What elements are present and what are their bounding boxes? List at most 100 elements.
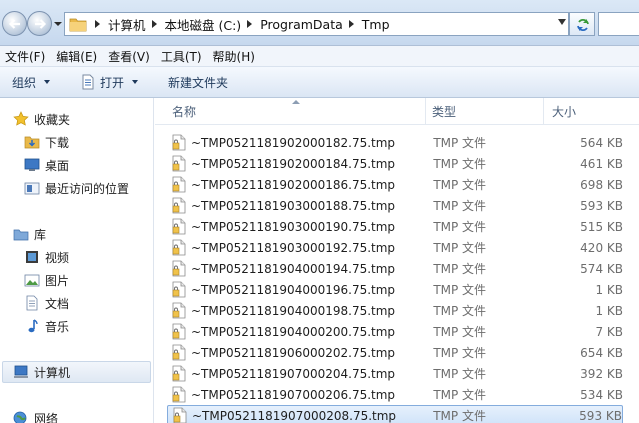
column-type-header[interactable]: 类型 [426,98,544,125]
new-folder-label: 新建文件夹 [168,75,229,90]
menu-file[interactable]: 文件(F) [0,48,51,65]
table-row[interactable]: ~TMP0521181904000198.75.tmp TMP 文件 1 KB [167,300,623,321]
desktop-icon [24,158,40,171]
nav-computer[interactable]: 计算机 [2,361,151,383]
refresh-icon [577,19,589,31]
tmp-file-icon [172,386,186,403]
menu-tools[interactable]: 工具(T) [156,48,208,65]
file-size: 1 KB [595,303,623,318]
table-row[interactable]: ~TMP0521181902000184.75.tmp TMP 文件 461 KB [167,153,623,174]
organize-button[interactable]: 组织 [0,67,62,97]
file-type: TMP 文件 [433,304,487,318]
tmp-file-icon [172,302,186,319]
file-name: ~TMP0521181907000206.75.tmp [191,387,396,402]
nav-recent-places[interactable]: 最近访问的位置 [24,177,174,199]
file-type: TMP 文件 [433,409,486,423]
table-row[interactable]: ~TMP0521181904000194.75.tmp TMP 文件 574 KB [167,258,623,279]
file-type: TMP 文件 [433,178,487,192]
computer-icon [14,365,28,378]
breadcrumb-separator-icon[interactable] [247,20,253,28]
file-name: ~TMP0521181907000204.75.tmp [191,366,396,381]
column-size-header[interactable]: 大小 [544,98,639,125]
search-input[interactable] [598,12,639,36]
tmp-file-icon [172,239,186,256]
nav-network[interactable]: 网络 [13,407,163,423]
nav-videos[interactable]: 视频 [24,246,174,268]
file-size: 564 KB [580,135,623,150]
nav-documents[interactable]: 文档 [24,292,174,314]
open-button[interactable]: 打开 [62,67,150,97]
star-icon [13,111,29,126]
file-name: ~TMP0521181906000202.75.tmp [191,345,396,360]
file-size: 593 KB [580,198,623,213]
video-icon [26,251,38,263]
breadcrumb-programdata[interactable]: ProgramData [260,17,343,32]
file-type: TMP 文件 [433,199,487,213]
breadcrumb-separator-icon[interactable] [151,20,157,28]
address-dropdown-icon[interactable] [558,19,566,25]
new-folder-button[interactable]: 新建文件夹 [150,67,240,97]
nav-desktop[interactable]: 桌面 [24,154,174,176]
breadcrumb-drive-c[interactable]: 本地磁盘 (C:) [165,15,242,34]
recent-pages-dropdown-icon[interactable] [53,20,63,28]
library-icon [13,229,29,241]
file-size: 392 KB [580,366,623,381]
breadcrumb-computer[interactable]: 计算机 [108,15,146,34]
table-row[interactable]: ~TMP0521181904000196.75.tmp TMP 文件 1 KB [167,279,623,300]
breadcrumb-tmp[interactable]: Tmp [362,17,390,32]
command-bar: 组织 打开 新建文件夹 [0,67,639,98]
menu-view[interactable]: 查看(V) [103,48,156,65]
tmp-file-icon [173,407,187,423]
tmp-file-icon [172,197,186,214]
file-name: ~TMP0521181903000190.75.tmp [191,219,396,234]
nav-pictures[interactable]: 图片 [24,269,174,291]
forward-button[interactable] [27,11,52,36]
table-row[interactable]: ~TMP0521181903000190.75.tmp TMP 文件 515 KB [167,216,623,237]
table-row[interactable]: ~TMP0521181907000206.75.tmp TMP 文件 534 KB [167,384,623,405]
nav-downloads[interactable]: 下载 [24,131,174,153]
table-row[interactable]: ~TMP0521181904000200.75.tmp TMP 文件 7 KB [167,321,623,342]
table-row[interactable]: ~TMP0521181903000188.75.tmp TMP 文件 593 KB [167,195,623,216]
file-size: 654 KB [580,345,623,360]
table-row[interactable]: ~TMP0521181907000204.75.tmp TMP 文件 392 KB [167,363,623,384]
breadcrumb-separator-icon[interactable] [95,20,100,28]
back-button[interactable] [2,11,27,36]
file-type: TMP 文件 [433,157,487,171]
menu-help[interactable]: 帮助(H) [208,48,261,65]
file-name: ~TMP0521181904000198.75.tmp [191,303,396,318]
file-size: 534 KB [580,387,623,402]
breadcrumb-separator-icon[interactable] [348,20,354,28]
file-size: 698 KB [580,177,623,192]
file-name: ~TMP0521181904000194.75.tmp [191,261,396,276]
network-globe-icon [13,411,27,423]
table-row[interactable]: ~TMP0521181902000186.75.tmp TMP 文件 698 KB [167,174,623,195]
nav-favorites[interactable]: 收藏夹 [13,108,163,130]
tmp-file-icon [172,344,186,361]
file-type: TMP 文件 [433,325,487,339]
address-bar[interactable]: 计算机 本地磁盘 (C:) ProgramData Tmp [64,12,569,36]
file-name: ~TMP0521181903000188.75.tmp [191,198,396,213]
nav-libraries[interactable]: 库 [13,223,163,245]
recent-places-icon [24,182,40,195]
column-name-header[interactable]: 名称 [155,98,426,125]
table-row[interactable]: ~TMP0521181903000192.75.tmp TMP 文件 420 KB [167,237,623,258]
tmp-file-icon [172,134,186,151]
file-name: ~TMP0521181907000208.75.tmp [192,408,397,423]
file-type: TMP 文件 [433,220,487,234]
tmp-file-icon [172,281,186,298]
organize-label: 组织 [12,75,37,90]
file-name: ~TMP0521181902000184.75.tmp [191,156,396,171]
table-row[interactable]: ~TMP0521181907000208.75.tmp TMP 文件 593 KB [167,405,623,423]
refresh-button[interactable] [569,12,595,36]
table-row[interactable]: ~TMP0521181906000202.75.tmp TMP 文件 654 KB [167,342,623,363]
file-size: 1 KB [595,282,623,297]
open-label: 打开 [100,75,125,90]
menu-edit[interactable]: 编辑(E) [51,48,103,65]
table-row[interactable]: ~TMP0521181902000182.75.tmp TMP 文件 564 KB [167,132,623,153]
tmp-file-icon [172,260,186,277]
tmp-file-icon [172,176,186,193]
file-size: 461 KB [580,156,623,171]
file-size: 593 KB [579,408,622,423]
nav-music[interactable]: 音乐 [24,315,174,337]
back-arrow-icon [8,19,20,29]
